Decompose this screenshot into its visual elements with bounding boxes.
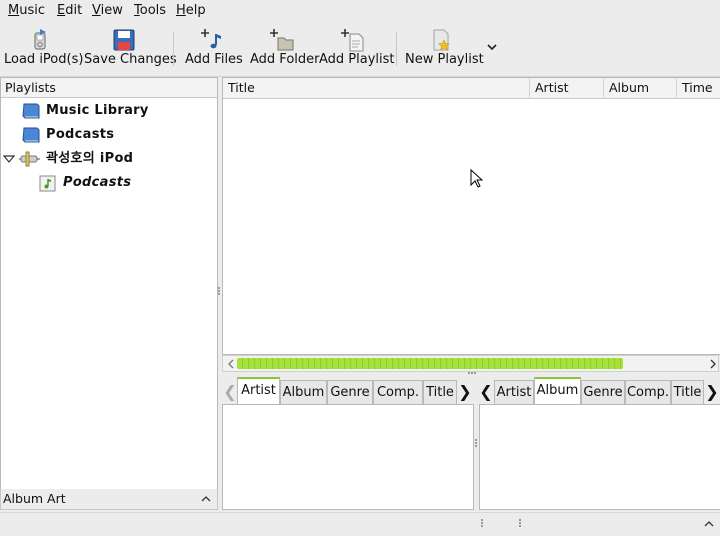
- chevron-up-icon[interactable]: [200, 494, 212, 504]
- tabs-scroll-right-icon[interactable]: ❯: [705, 380, 719, 404]
- tab-comp[interactable]: Comp.: [625, 380, 671, 404]
- menu-music[interactable]: Music: [8, 3, 45, 19]
- playlist-item-podcasts[interactable]: Podcasts: [21, 123, 211, 147]
- horizontal-scrollbar[interactable]: [222, 355, 719, 372]
- tab-genre[interactable]: Genre: [581, 380, 625, 404]
- tabs-scroll-left-icon[interactable]: ❮: [479, 380, 493, 404]
- book-icon: [22, 103, 40, 119]
- album-art-label: Album Art: [3, 491, 66, 506]
- column-artist[interactable]: Artist: [530, 78, 604, 98]
- tabs-scroll-right-icon[interactable]: ❯: [458, 380, 472, 404]
- status-bar: [0, 512, 720, 536]
- load-ipods-label: Load iPod(s): [4, 52, 84, 67]
- toolbar-separator: [173, 32, 174, 66]
- tabs-scroll-left-icon[interactable]: ❮: [223, 380, 237, 404]
- track-list-header: Title Artist Album Time: [223, 78, 720, 99]
- album-art-bar[interactable]: Album Art: [0, 489, 218, 510]
- playlist-item-music-library[interactable]: Music Library: [21, 99, 211, 123]
- load-ipod-icon: [34, 29, 46, 50]
- add-files-label: Add Files: [185, 52, 243, 67]
- add-playlist-label: Add Playlist: [319, 52, 395, 67]
- tab-album[interactable]: Album: [534, 377, 581, 404]
- mouse-pointer-icon: [470, 169, 484, 188]
- toolbar-separator: [396, 32, 397, 66]
- chevron-up-icon[interactable]: [703, 519, 715, 529]
- tab-title[interactable]: Title: [423, 380, 457, 404]
- tab-title[interactable]: Title: [671, 380, 704, 404]
- scroll-left-arrow-icon[interactable]: [227, 359, 235, 369]
- add-folder-icon: [270, 29, 294, 51]
- save-changes-button[interactable]: Save Changes: [84, 22, 177, 72]
- tab-genre[interactable]: Genre: [327, 380, 373, 404]
- filter-tabs-right: ❮ Artist Album Genre Comp. Title ❯: [479, 377, 719, 404]
- statusbar-grip[interactable]: [519, 519, 521, 527]
- add-music-note-icon: [201, 29, 221, 49]
- menu-help[interactable]: Help: [176, 3, 206, 19]
- floppy-disk-icon: [113, 29, 135, 51]
- toolbar: Load iPod(s) Save Changes Add Files Add …: [0, 22, 720, 77]
- add-folder-label: Add Folder: [250, 52, 320, 67]
- playlists-panel: Playlists Music Library Podcasts 곽성호의 iP…: [0, 77, 218, 490]
- playlist-item-label: Podcasts: [46, 127, 115, 142]
- ipod-icon: [19, 151, 40, 167]
- new-playlist-star-icon: [433, 29, 450, 51]
- save-changes-label: Save Changes: [84, 52, 177, 67]
- scrollbar-thumb[interactable]: [237, 358, 623, 369]
- menubar: Music Edit View Tools Help: [0, 0, 720, 22]
- playlist-item-label: 곽성호의 iPod: [46, 151, 134, 166]
- column-time[interactable]: Time: [677, 78, 720, 98]
- book-icon: [22, 127, 40, 143]
- column-album[interactable]: Album: [604, 78, 677, 98]
- new-playlist-button[interactable]: New Playlist: [405, 22, 484, 72]
- toolbar-overflow-button[interactable]: [485, 40, 499, 54]
- filter-list-left[interactable]: [222, 404, 474, 510]
- load-ipods-button[interactable]: Load iPod(s): [4, 22, 84, 72]
- filter-tabs-left: ❮ Artist Album Genre Comp. Title ❯: [222, 377, 473, 404]
- playlists-header: Playlists: [1, 78, 217, 98]
- statusbar-grip[interactable]: [481, 519, 483, 527]
- tab-artist[interactable]: Artist: [237, 377, 280, 404]
- tab-artist[interactable]: Artist: [494, 380, 534, 404]
- menu-edit[interactable]: Edit: [57, 3, 82, 19]
- column-title[interactable]: Title: [223, 78, 530, 98]
- add-playlist-icon: [341, 29, 364, 52]
- scroll-right-arrow-icon[interactable]: [709, 359, 717, 369]
- new-playlist-label: New Playlist: [405, 52, 484, 67]
- playlist-item-label: Podcasts: [63, 175, 132, 190]
- filter-pane-grip[interactable]: [475, 439, 477, 447]
- expander-down-icon[interactable]: [3, 154, 15, 164]
- filter-splitter-grip[interactable]: [468, 372, 476, 375]
- add-files-button[interactable]: Add Files: [185, 22, 243, 72]
- tab-comp[interactable]: Comp.: [373, 380, 423, 404]
- playlist-item-ipod-podcasts[interactable]: Podcasts: [39, 171, 211, 195]
- playlist-item-ipod[interactable]: 곽성호의 iPod: [3, 147, 211, 171]
- tab-album[interactable]: Album: [280, 380, 327, 404]
- menu-tools[interactable]: Tools: [134, 3, 166, 19]
- pane-splitter-grip[interactable]: [218, 287, 220, 295]
- track-list[interactable]: Title Artist Album Time: [222, 77, 720, 355]
- filter-list-right[interactable]: [479, 404, 720, 510]
- add-playlist-button[interactable]: Add Playlist: [319, 22, 395, 72]
- playlist-item-label: Music Library: [46, 103, 149, 118]
- podcast-playlist-icon: [39, 175, 56, 192]
- menu-view[interactable]: View: [92, 3, 123, 19]
- chevron-down-icon: [487, 44, 497, 51]
- add-folder-button[interactable]: Add Folder: [250, 22, 320, 72]
